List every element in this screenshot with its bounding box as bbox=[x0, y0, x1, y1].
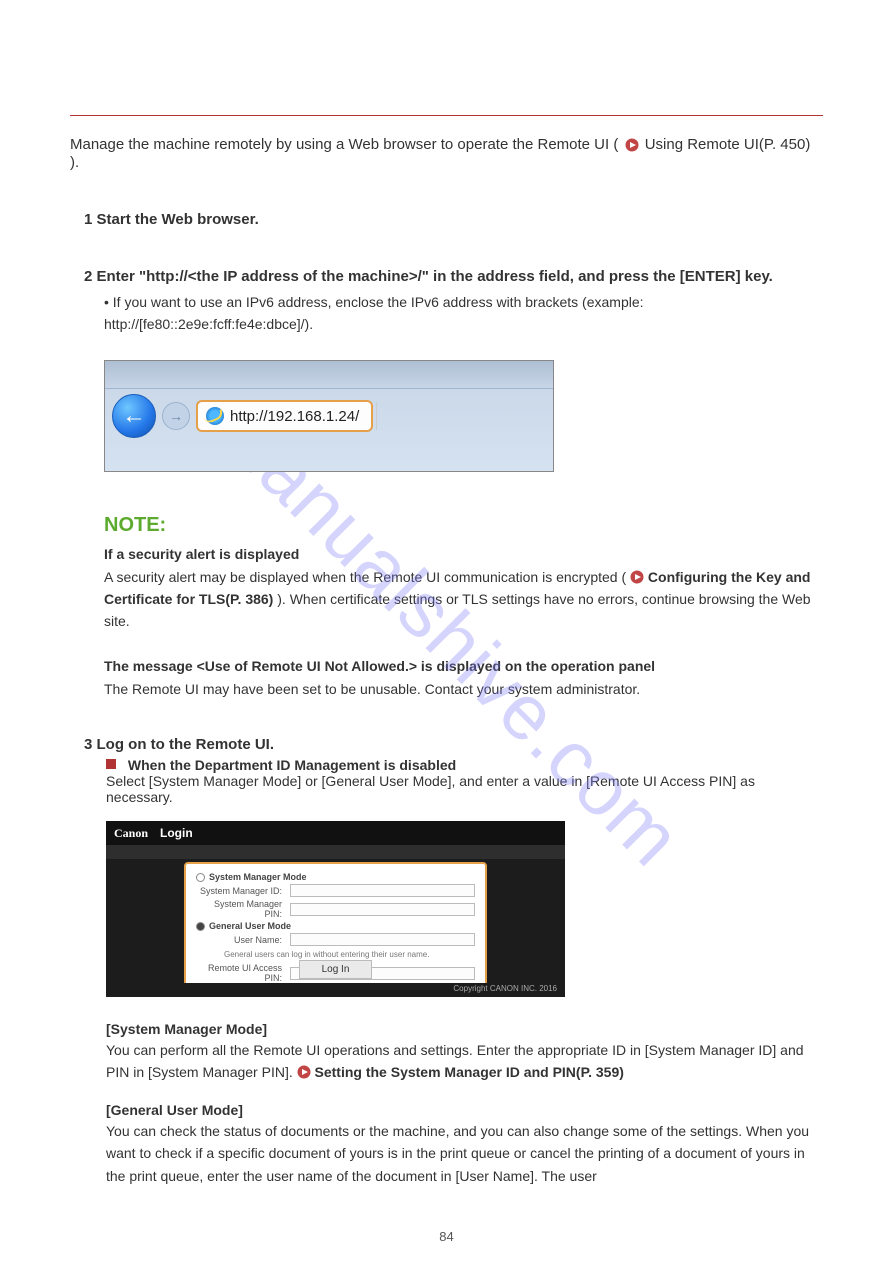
header-note: Manage the machine remotely by using a W… bbox=[70, 136, 823, 171]
genuser-mode-row[interactable]: General User Mode bbox=[196, 921, 475, 931]
note-q-title: The message <Use of Remote UI Not Allowe… bbox=[104, 658, 655, 674]
login-button-row: Log In bbox=[106, 960, 565, 979]
header-note-post: ). bbox=[70, 154, 79, 171]
ie-icon bbox=[206, 407, 224, 425]
sysmgr-pin-input[interactable] bbox=[290, 903, 475, 916]
note-title: If a security alert is displayed bbox=[104, 546, 299, 562]
genuser-radio[interactable] bbox=[196, 922, 205, 931]
username-input[interactable] bbox=[290, 933, 475, 946]
sysmgr-id-label: System Manager ID: bbox=[196, 886, 286, 896]
note-link-icon bbox=[630, 569, 648, 585]
genuser-block-title: [General User Mode] bbox=[106, 1102, 823, 1118]
login-brand: Canon bbox=[114, 826, 148, 841]
login-subheader bbox=[106, 845, 565, 859]
sysmgr-block-body: You can perform all the Remote UI operat… bbox=[106, 1039, 823, 1084]
page-number: 84 bbox=[70, 1229, 823, 1244]
sysmgr-block-title: [System Manager Mode] bbox=[106, 1021, 823, 1037]
login-title: Login bbox=[160, 826, 193, 840]
step-2-label: 2 Enter "http://<the IP address of the m… bbox=[84, 268, 823, 285]
sysmgr-mode-row[interactable]: System Manager Mode bbox=[196, 872, 475, 882]
step-2-bullet-text: If you want to use an IPv6 address, encl… bbox=[104, 294, 644, 332]
sysmgr-mode-label: System Manager Mode bbox=[209, 872, 307, 882]
browser-nav-row: ← → http://192.168.1.24/ bbox=[112, 394, 377, 438]
login-copyright: Copyright CANON INC. 2016 bbox=[106, 983, 565, 997]
step-3-intro: When the Department ID Management is dis… bbox=[106, 757, 823, 805]
back-button[interactable]: ← bbox=[112, 394, 156, 438]
browser-screenshot: ← → http://192.168.1.24/ bbox=[104, 360, 554, 472]
genuser-mode-label: General User Mode bbox=[209, 921, 291, 931]
address-bar-remainder[interactable] bbox=[376, 402, 377, 430]
red-square-icon bbox=[106, 759, 116, 769]
username-label: User Name: bbox=[196, 935, 286, 945]
link-icon bbox=[625, 137, 639, 154]
sysmgr-radio[interactable] bbox=[196, 873, 205, 882]
sysmgr-link-icon bbox=[297, 1064, 315, 1080]
step-3-intro-title: When the Department ID Management is dis… bbox=[128, 757, 456, 773]
page-container: Manage the machine remotely by using a W… bbox=[0, 0, 893, 1284]
back-arrow-icon: ← bbox=[122, 402, 146, 430]
sysmgr-pin-label: System Manager PIN: bbox=[196, 899, 286, 919]
sysmgr-id-input[interactable] bbox=[290, 884, 475, 897]
note-body: If a security alert is displayed A secur… bbox=[104, 543, 823, 700]
note-q-body: The Remote UI may have been set to be un… bbox=[104, 681, 640, 697]
header-note-pre: Manage the machine remotely by using a W… bbox=[70, 136, 618, 153]
step-3-heading-text: 3 Log on to the Remote UI. bbox=[84, 736, 274, 753]
forward-button[interactable]: → bbox=[162, 402, 190, 430]
login-screenshot: Canon Login System Manager Mode System M… bbox=[106, 821, 565, 997]
sysmgr-link-text[interactable]: Setting the System Manager ID and PIN(P.… bbox=[315, 1064, 624, 1080]
login-button[interactable]: Log In bbox=[299, 960, 373, 979]
note-label: NOTE: bbox=[104, 514, 823, 537]
note-body-pre: A security alert may be displayed when t… bbox=[104, 569, 630, 585]
login-header: Canon Login bbox=[106, 821, 565, 845]
step-2-bullet: • If you want to use an IPv6 address, en… bbox=[104, 291, 823, 336]
browser-tab-area bbox=[105, 361, 553, 389]
step-1-label: 1 Start the Web browser. bbox=[84, 211, 823, 228]
divider-line bbox=[70, 115, 823, 116]
address-bar[interactable]: http://192.168.1.24/ bbox=[196, 400, 373, 432]
header-link-text[interactable]: Using Remote UI(P. 450) bbox=[645, 136, 811, 153]
step-3-heading: 3 Log on to the Remote UI. bbox=[84, 736, 823, 753]
step-3-desc: Select [System Manager Mode] or [General… bbox=[106, 773, 755, 805]
address-url: http://192.168.1.24/ bbox=[230, 408, 359, 425]
genuser-block-body: You can check the status of documents or… bbox=[106, 1120, 823, 1187]
forward-arrow-icon: → bbox=[169, 408, 183, 424]
